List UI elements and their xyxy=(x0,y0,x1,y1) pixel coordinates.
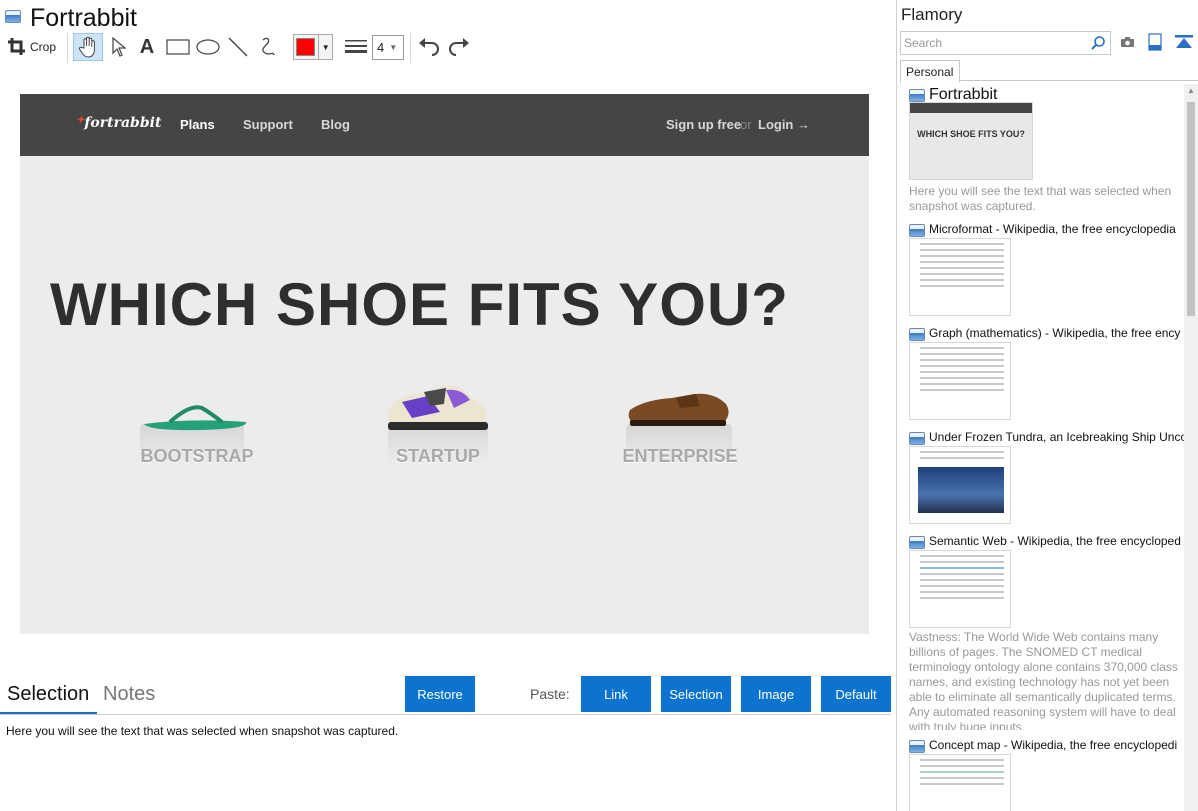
ellipse-tool-button[interactable] xyxy=(194,33,222,61)
list-item-title[interactable]: Under Frozen Tundra, an Icebreaking Ship… xyxy=(929,430,1184,444)
crop-icon xyxy=(7,38,25,55)
paste-image-button[interactable]: Image xyxy=(741,676,811,712)
page-icon xyxy=(1148,33,1162,51)
paste-link-button[interactable]: Link xyxy=(581,676,651,712)
line-tool-button[interactable] xyxy=(225,33,251,61)
chevron-up-icon[interactable]: ▲ xyxy=(1187,86,1195,95)
page-favicon-icon xyxy=(909,536,925,549)
redo-icon xyxy=(449,38,469,56)
search-input[interactable] xyxy=(904,33,1084,53)
tab-selection[interactable]: Selection xyxy=(7,683,89,706)
hand-icon xyxy=(78,36,95,58)
crop-label: Crop xyxy=(29,40,56,54)
pointer-tool-button[interactable] xyxy=(107,33,131,61)
line-width-select[interactable]: 4 ▼ xyxy=(372,35,404,60)
nav-login: Login → xyxy=(758,117,810,132)
page-button[interactable] xyxy=(1148,33,1162,56)
rectangle-icon xyxy=(166,39,190,55)
main-area: Fortrabbit Crop A ▼ 4 ▼ ✦fortrabbit Plan… xyxy=(0,0,896,811)
list-item-title[interactable]: Graph (mathematics) - Wikipedia, the fre… xyxy=(929,326,1184,340)
chevron-down-icon: ▼ xyxy=(389,43,398,52)
page-favicon-icon xyxy=(909,432,925,445)
tab-personal[interactable]: Personal xyxy=(900,60,960,82)
page-favicon-icon xyxy=(909,89,925,102)
plan-startup: STARTUP xyxy=(396,446,480,466)
ellipse-icon xyxy=(196,39,220,55)
restore-button[interactable]: Restore xyxy=(405,676,475,712)
snapshot-navbar: ✦fortrabbit Plans Support Blog Sign up f… xyxy=(20,94,869,156)
tab-notes[interactable]: Notes xyxy=(103,683,155,706)
dress-shoe-image xyxy=(628,393,729,426)
list-item-desc: Here you will see the text that was sele… xyxy=(909,184,1172,213)
chevron-down-icon: ▼ xyxy=(318,35,332,59)
text-icon: A xyxy=(139,35,155,58)
line-width-value: 4 xyxy=(377,40,385,55)
rectangle-tool-button[interactable] xyxy=(164,33,192,61)
paste-selection-button[interactable]: Selection xyxy=(661,676,731,712)
list-item-title[interactable]: Concept map - Wikipedia, the free encycl… xyxy=(929,738,1184,752)
nav-link-blog: Blog xyxy=(321,117,350,132)
flamory-panel: Flamory Personal Fortrabbit WHICH SHOE F… xyxy=(897,0,1198,811)
list-item-thumbnail[interactable] xyxy=(909,550,1011,628)
search-field[interactable] xyxy=(900,31,1111,55)
snapshot-headline: WHICH SHOE FITS YOU? xyxy=(50,271,789,338)
pin-top-icon xyxy=(1175,35,1193,48)
search-icon xyxy=(1091,36,1105,50)
nav-or: or xyxy=(740,117,752,132)
paste-label: Paste: xyxy=(530,686,570,702)
fortrabbit-logo: ✦fortrabbit xyxy=(76,115,162,131)
text-tool-button[interactable]: A xyxy=(135,33,159,61)
list-item-thumbnail[interactable] xyxy=(909,754,1011,811)
window-title: Fortrabbit xyxy=(30,4,137,32)
divider xyxy=(0,714,891,715)
line-width-button[interactable] xyxy=(344,33,368,61)
toolbar-divider xyxy=(67,33,68,63)
nav-signup: Sign up free xyxy=(666,117,742,132)
nav-link-plans: Plans xyxy=(180,117,215,132)
snapshot-image[interactable]: ✦fortrabbit Plans Support Blog Sign up f… xyxy=(20,94,869,634)
plan-enterprise: ENTERPRISE xyxy=(622,446,738,466)
page-favicon-icon xyxy=(909,224,925,237)
sneaker-image xyxy=(387,385,488,430)
tab-line xyxy=(959,80,1198,81)
line-icon xyxy=(228,37,248,57)
selection-text[interactable]: Here you will see the text that was sele… xyxy=(6,724,398,738)
redo-button[interactable] xyxy=(446,33,472,61)
page-favicon-icon xyxy=(909,328,925,341)
list-item-title[interactable]: Semantic Web - Wikipedia, the free encyc… xyxy=(929,534,1184,548)
app-icon xyxy=(5,10,21,23)
freehand-tool-button[interactable] xyxy=(256,33,280,61)
pointer-icon xyxy=(112,37,127,57)
snapshot-list: Fortrabbit WHICH SHOE FITS YOU? Here you… xyxy=(897,82,1198,811)
crop-button[interactable]: Crop xyxy=(6,33,58,61)
list-item-thumbnail[interactable] xyxy=(909,342,1011,420)
page-favicon-icon xyxy=(909,740,925,753)
plan-bootstrap: BOOTSTRAP xyxy=(140,446,254,466)
flipflop-image xyxy=(144,405,247,431)
undo-button[interactable] xyxy=(416,33,442,61)
snapshot-button[interactable] xyxy=(1120,35,1136,54)
scrollbar-thumb[interactable] xyxy=(1187,102,1195,316)
paste-default-button[interactable]: Default xyxy=(821,676,891,712)
list-item-desc: Vastness: The World Wide Web contains ma… xyxy=(909,630,1178,730)
list-item-thumbnail[interactable] xyxy=(909,238,1011,316)
undo-icon xyxy=(419,38,439,56)
nav-link-support: Support xyxy=(243,117,293,132)
color-swatch xyxy=(296,38,316,56)
freehand-icon xyxy=(262,37,275,56)
pin-button[interactable] xyxy=(1175,35,1193,54)
scrollbar[interactable]: ▲ xyxy=(1184,84,1198,811)
panel-title: Flamory xyxy=(901,5,963,24)
color-picker[interactable]: ▼ xyxy=(293,34,333,60)
camera-icon xyxy=(1121,37,1134,47)
toolbar-divider xyxy=(410,33,411,63)
hand-tool-button[interactable] xyxy=(73,33,103,61)
line-width-icon xyxy=(345,40,367,53)
list-item-thumbnail[interactable] xyxy=(909,446,1011,524)
list-item-title[interactable]: Microformat - Wikipedia, the free encycl… xyxy=(929,222,1184,236)
list-item-thumbnail[interactable]: WHICH SHOE FITS YOU? xyxy=(909,102,1033,180)
